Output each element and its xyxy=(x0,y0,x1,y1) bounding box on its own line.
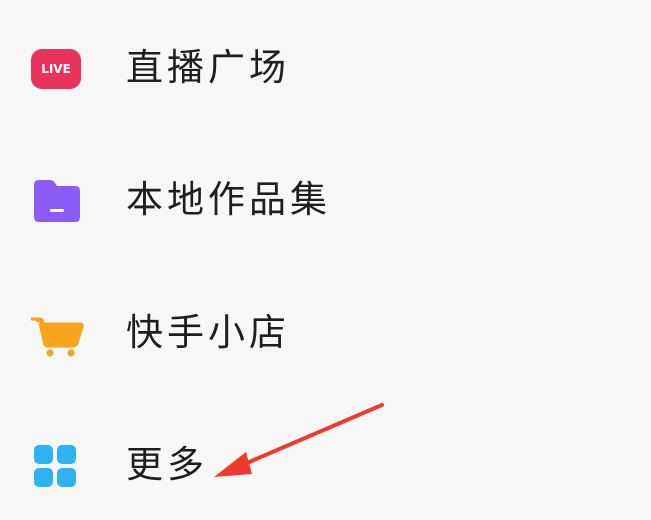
menu-item-kuaishou-shop[interactable]: 快手小店 xyxy=(0,278,651,388)
menu-screen: LIVE 直播广场 本地作品集 快手小店 更多 xyxy=(0,0,651,520)
live-badge-text: LIVE xyxy=(41,62,71,76)
menu-item-live-square[interactable]: LIVE 直播广场 xyxy=(0,13,651,123)
menu-item-label: 本地作品集 xyxy=(126,178,331,221)
live-icon: LIVE xyxy=(30,41,84,95)
menu-item-label: 快手小店 xyxy=(126,311,290,354)
live-badge: LIVE xyxy=(31,49,81,89)
menu-item-more[interactable]: 更多 xyxy=(0,410,651,520)
menu-item-label: 直播广场 xyxy=(126,46,290,89)
grid-icon xyxy=(30,438,84,492)
menu-item-local-works[interactable]: 本地作品集 xyxy=(0,145,651,255)
menu-item-label: 更多 xyxy=(126,443,208,486)
shopping-cart-icon xyxy=(30,306,84,360)
folder-icon xyxy=(30,173,84,227)
